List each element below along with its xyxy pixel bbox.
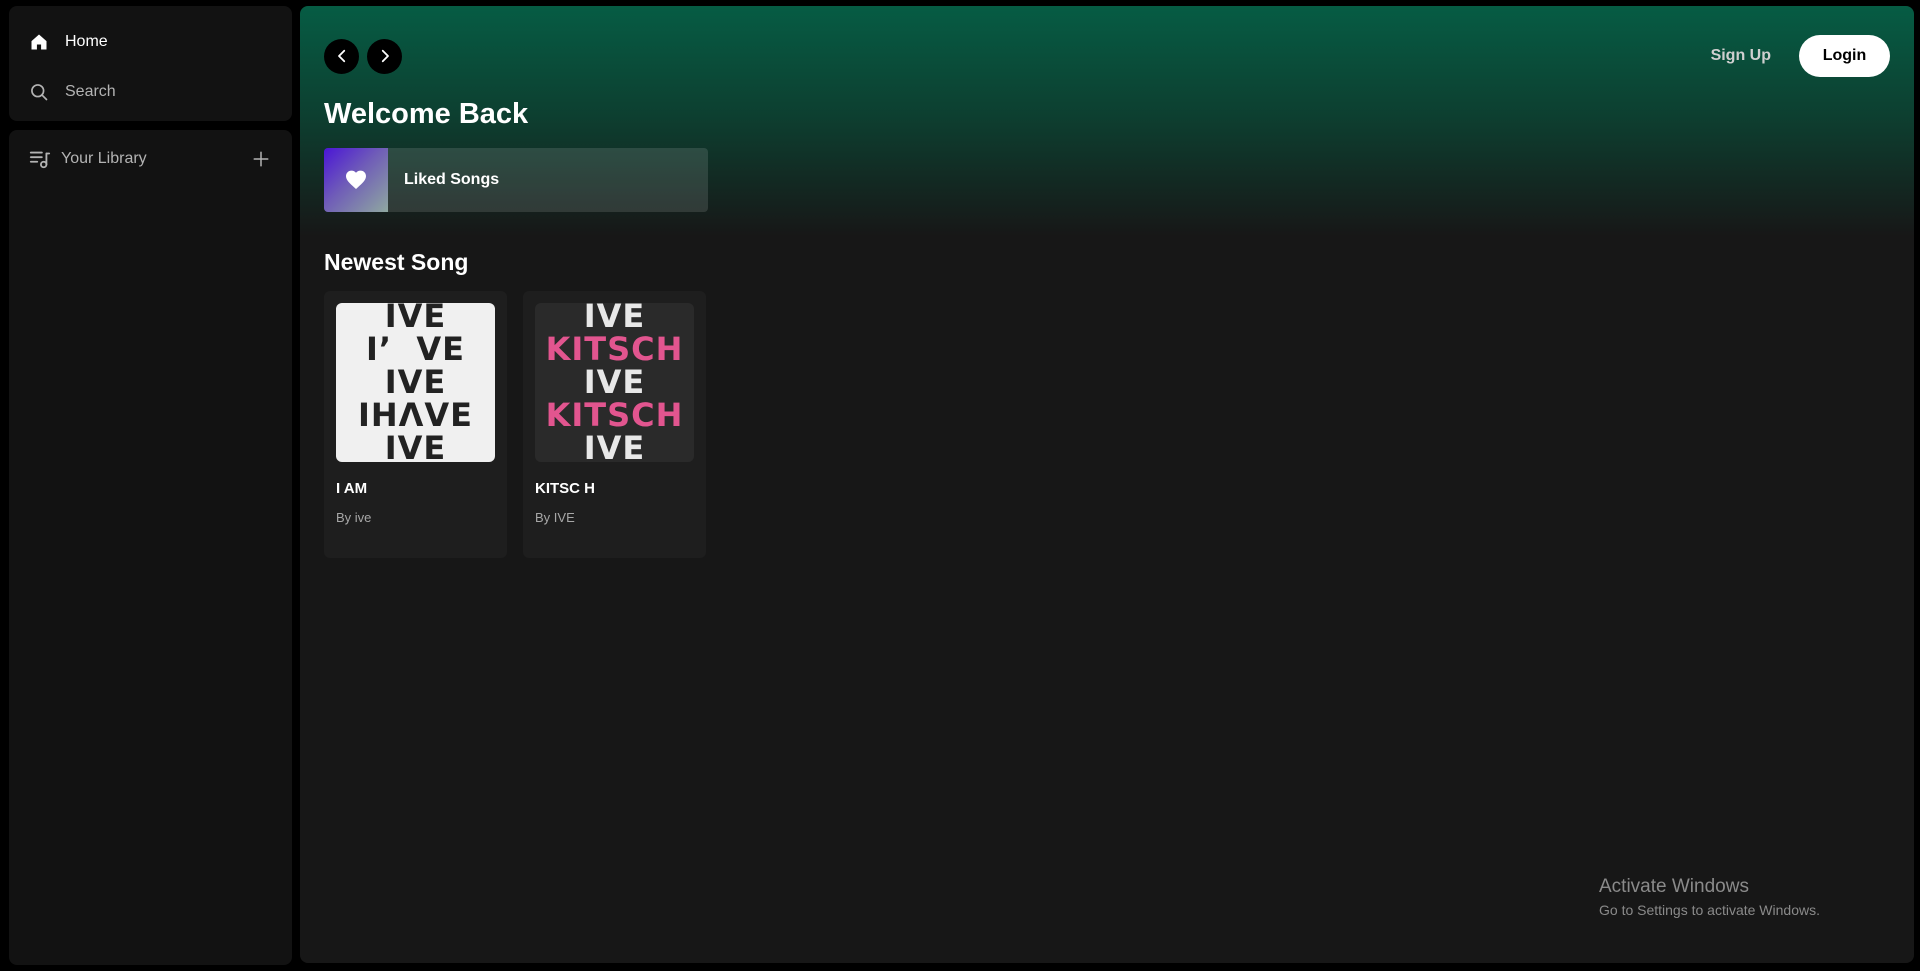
watermark-title: Activate Windows [1599,876,1749,897]
cover-text: I’ VE [366,330,465,368]
back-button[interactable] [324,38,359,74]
cover-text: IVE [384,363,447,401]
sidebar-item-label: Search [65,83,116,100]
song-author: By IVE [535,510,575,525]
chevron-left-icon [337,49,345,63]
cover-text: IHΛVE [357,396,474,434]
song-title: KITSC H [535,480,595,497]
chevron-right-icon [381,49,389,63]
watermark-subtitle: Go to Settings to activate Windows. [1599,902,1820,918]
sidebar-item-search[interactable]: Search [29,78,292,106]
sidebar-nav: Home Search [9,6,292,121]
library-icon[interactable] [29,148,61,170]
cover-text: IVE [583,303,646,335]
cover-text: IVE [384,429,447,463]
library-header: Your Library [29,146,272,172]
song-cover: IVE I’ VE IVE IHΛVE IVE [336,303,495,462]
song-cover: IVE KITSCH IVE KITSCH IVE [535,303,694,462]
sidebar-item-label: Home [65,33,108,50]
sign-up-button[interactable]: Sign Up [1711,47,1771,65]
song-card[interactable]: IVE KITSCH IVE KITSCH IVE KITSC H By IVE [523,291,706,558]
liked-songs-item[interactable]: Liked Songs [324,148,708,212]
cover-text: IVE [583,429,646,463]
home-icon [29,32,65,52]
heart-icon [346,170,366,189]
cover-text: IVE [583,363,646,401]
cover-text: IVE [384,303,447,335]
section-title: Newest Song [324,249,469,275]
library-panel: Your Library [9,130,292,965]
login-button[interactable]: Login [1799,35,1890,77]
page-title: Welcome Back [324,98,529,130]
liked-songs-label: Liked Songs [404,171,500,188]
activate-windows-watermark: Activate Windows Go to Settings to activ… [1599,876,1820,918]
sidebar: Home Search Your Library [9,6,292,965]
cover-text: KITSCH [545,396,684,434]
liked-songs-cover [324,148,388,212]
your-library-label[interactable]: Your Library [61,150,147,168]
forward-button[interactable] [367,38,402,74]
search-icon [29,82,65,102]
cover-text: KITSCH [545,330,684,368]
plus-icon[interactable] [250,148,272,170]
top-bar: Sign Up Login [324,35,1890,77]
song-list: IVE I’ VE IVE IHΛVE IVE I AM By ive IVE … [324,291,706,558]
song-card[interactable]: IVE I’ VE IVE IHΛVE IVE I AM By ive [324,291,507,558]
sidebar-item-home[interactable]: Home [29,28,292,56]
song-title: I AM [336,480,368,497]
main-content: Sign Up Login Welcome Back Liked Songs N… [300,6,1914,963]
song-author: By ive [336,510,372,525]
